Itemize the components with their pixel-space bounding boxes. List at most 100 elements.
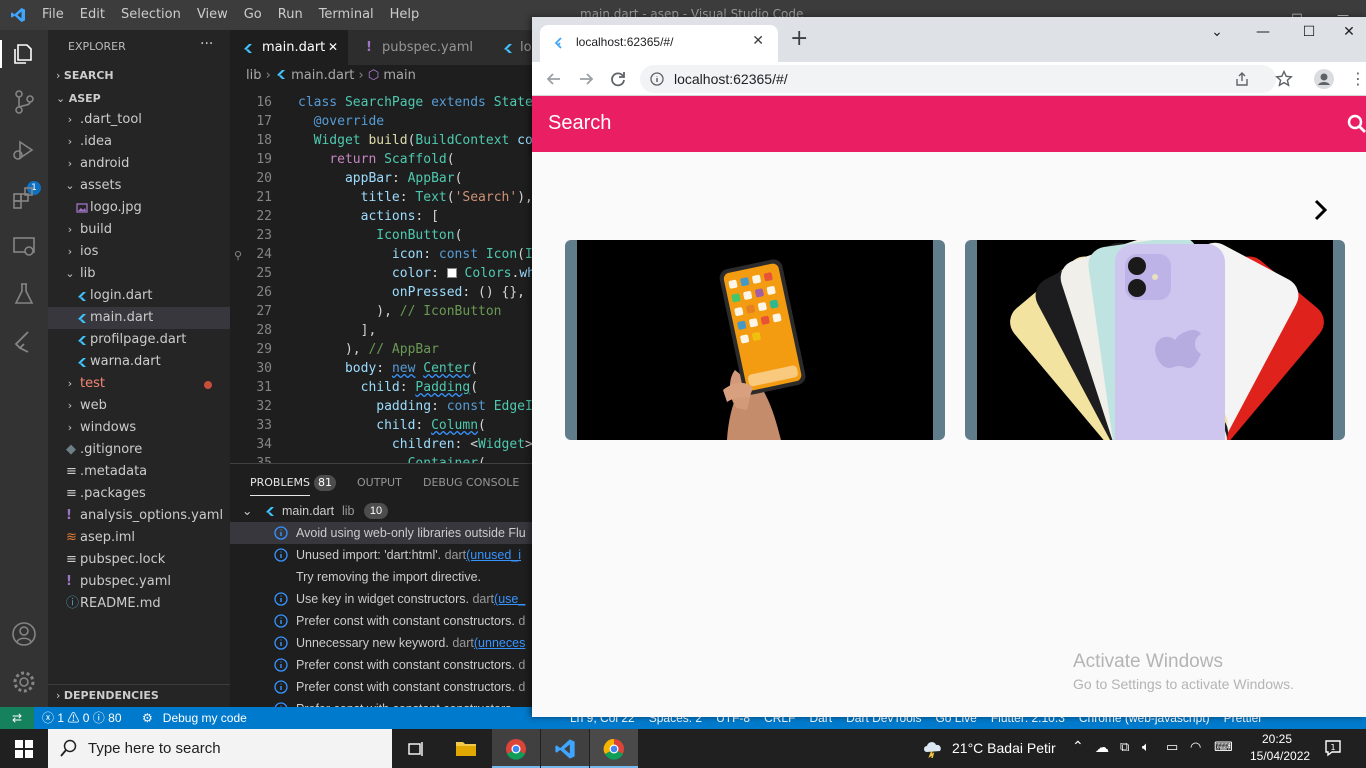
source-control-icon[interactable] bbox=[10, 88, 38, 116]
file-readme-md[interactable]: ⓘ README.md bbox=[48, 593, 230, 615]
debug-status[interactable]: ⚙ Debug my code bbox=[142, 707, 247, 729]
flutter-icon[interactable] bbox=[10, 328, 38, 356]
reload-icon[interactable] bbox=[608, 69, 628, 89]
new-tab-button[interactable]: + bbox=[790, 28, 808, 50]
close-icon[interactable]: ✕ bbox=[328, 30, 338, 65]
file-asep-iml[interactable]: ≋ asep.iml bbox=[48, 527, 230, 549]
menu-item-file[interactable]: File bbox=[34, 0, 72, 30]
breadcrumb-folder[interactable]: lib bbox=[230, 68, 261, 83]
code-editor[interactable]: 16 class SearchPage extends StateI 17 @ove… bbox=[230, 87, 532, 463]
file-explorer-button[interactable] bbox=[442, 729, 490, 768]
folder-build[interactable]: › build bbox=[48, 219, 230, 241]
keyboard-icon[interactable]: ⌨ bbox=[1214, 739, 1233, 755]
address-bar[interactable]: localhost:62365/#/ bbox=[640, 65, 1276, 93]
notification-icon[interactable]: 1 bbox=[1324, 739, 1342, 757]
onedrive-icon[interactable]: ☁ bbox=[1095, 739, 1109, 756]
folder-windows[interactable]: › windows bbox=[48, 417, 230, 439]
profile-avatar-icon[interactable] bbox=[1314, 69, 1334, 89]
info-icon[interactable] bbox=[650, 72, 664, 86]
problem-rule-link[interactable]: (unused_i bbox=[466, 548, 521, 562]
weather-storm-icon[interactable] bbox=[922, 738, 944, 758]
file-packages[interactable]: ≡ .packages bbox=[48, 483, 230, 505]
problem-item[interactable]: Prefer const with constant constructors.… bbox=[230, 654, 532, 676]
menu-item-run[interactable]: Run bbox=[270, 0, 311, 30]
search-icon[interactable] bbox=[1346, 113, 1366, 135]
more-actions-icon[interactable]: ··· bbox=[200, 36, 213, 52]
tab-search-button[interactable]: ⌄ bbox=[1194, 17, 1240, 47]
file-profilpage-dart[interactable]: profilpage.dart bbox=[48, 329, 230, 351]
chrome-app-button-1[interactable] bbox=[492, 729, 540, 768]
problem-item[interactable]: Try removing the import directive. bbox=[230, 566, 532, 588]
forward-icon[interactable] bbox=[576, 69, 596, 89]
bookmark-star-icon[interactable] bbox=[1274, 69, 1294, 89]
clock-date[interactable]: 15/04/2022 bbox=[1250, 749, 1310, 763]
vscode-app-button[interactable] bbox=[541, 729, 589, 768]
back-icon[interactable] bbox=[544, 69, 564, 89]
menu-item-help[interactable]: Help bbox=[382, 0, 428, 30]
meet-now-icon[interactable]: ⧉ bbox=[1120, 739, 1129, 755]
chevron-right-icon[interactable] bbox=[1310, 198, 1332, 222]
project-section[interactable]: ⌄ ASEP bbox=[48, 88, 230, 110]
clock-time[interactable]: 20:25 bbox=[1262, 732, 1292, 746]
file-pubspec-lock[interactable]: ≡ pubspec.lock bbox=[48, 549, 230, 571]
menu-item-terminal[interactable]: Terminal bbox=[311, 0, 382, 30]
problem-rule-link[interactable]: (use_ bbox=[494, 592, 525, 606]
taskbar-search-box[interactable]: Type here to search bbox=[48, 729, 392, 768]
remote-explorer-icon[interactable] bbox=[10, 232, 38, 260]
task-view-button[interactable] bbox=[392, 729, 440, 768]
menu-item-edit[interactable]: Edit bbox=[72, 0, 113, 30]
problem-item[interactable]: Avoid using web-only libraries outside F… bbox=[230, 522, 532, 544]
file-pubspec-yaml[interactable]: ! pubspec.yaml bbox=[48, 571, 230, 593]
run-debug-icon[interactable] bbox=[10, 136, 38, 164]
tab-main-dart[interactable]: main.dart ✕ bbox=[230, 30, 348, 65]
tab-pubspec-yaml[interactable]: ! pubspec.yaml bbox=[348, 30, 490, 65]
close-tab-icon[interactable]: ✕ bbox=[752, 33, 764, 49]
chevron-up-icon[interactable]: ⌃ bbox=[1072, 738, 1084, 755]
explorer-icon[interactable] bbox=[10, 40, 38, 68]
tab-output[interactable]: OUTPUT bbox=[357, 476, 402, 489]
breadcrumb-file[interactable]: main.dart bbox=[291, 68, 354, 83]
problem-group[interactable]: ⌄ main.dart lib 10 bbox=[230, 500, 532, 522]
account-icon[interactable] bbox=[10, 620, 38, 648]
folder-web[interactable]: › web bbox=[48, 395, 230, 417]
battery-icon[interactable]: ▭ bbox=[1166, 739, 1178, 755]
remote-icon[interactable]: ⇄ bbox=[0, 707, 34, 729]
folder-ios[interactable]: › ios bbox=[48, 241, 230, 263]
browser-tab[interactable]: localhost:62365/#/ ✕ bbox=[540, 25, 778, 62]
dependencies-section[interactable]: › DEPENDENCIES bbox=[48, 684, 230, 706]
share-icon[interactable] bbox=[1234, 71, 1250, 87]
search-section[interactable]: › SEARCH bbox=[48, 65, 230, 87]
close-window-button[interactable]: ✕ bbox=[1326, 17, 1366, 47]
file-gitignore[interactable]: ◆ .gitignore bbox=[48, 439, 230, 461]
menu-dots-icon[interactable]: ⋮ bbox=[1350, 69, 1366, 89]
minimize-button[interactable]: — bbox=[1240, 17, 1286, 47]
menu-item-view[interactable]: View bbox=[189, 0, 236, 30]
extensions-icon[interactable] bbox=[10, 184, 38, 212]
file-login-dart[interactable]: login.dart bbox=[48, 285, 230, 307]
tab-debug-console[interactable]: DEBUG CONSOLE bbox=[423, 476, 519, 489]
weather-text[interactable]: 21°C Badai Petir bbox=[952, 740, 1056, 756]
folder-lib[interactable]: ⌄ lib bbox=[48, 263, 230, 285]
problem-item[interactable]: Unnecessary new keyword. dart(unneces bbox=[230, 632, 532, 654]
file-metadata[interactable]: ≡ .metadata bbox=[48, 461, 230, 483]
wifi-icon[interactable]: ◠ bbox=[1190, 739, 1201, 755]
problem-item[interactable]: Unused import: 'dart:html'. dart(unused_… bbox=[230, 544, 532, 566]
folder-android[interactable]: › android bbox=[48, 153, 230, 175]
breadcrumb-symbol[interactable]: main bbox=[383, 68, 415, 83]
file-warna-dart[interactable]: warna.dart bbox=[48, 351, 230, 373]
menu-item-selection[interactable]: Selection bbox=[113, 0, 189, 30]
problem-item[interactable]: Prefer const with constant constructors.… bbox=[230, 676, 532, 698]
image-card-1[interactable] bbox=[565, 240, 945, 440]
volume-icon[interactable]: 🔈︎ bbox=[1142, 739, 1150, 755]
problem-item[interactable]: Prefer const with constant constructors. bbox=[230, 698, 532, 707]
problem-item[interactable]: Prefer const with constant constructors.… bbox=[230, 610, 532, 632]
tab-problems[interactable]: PROBLEMS bbox=[250, 476, 311, 496]
file-main-dart[interactable]: main.dart bbox=[48, 307, 230, 329]
tab-login-dart[interactable]: lo bbox=[490, 30, 532, 65]
image-card-2[interactable] bbox=[965, 240, 1345, 440]
testing-icon[interactable] bbox=[10, 280, 38, 308]
chrome-app-button-2[interactable] bbox=[590, 729, 638, 768]
problem-rule-link[interactable]: (unneces bbox=[474, 636, 525, 650]
file-logo-jpg[interactable]: logo.jpg bbox=[48, 197, 230, 219]
folder-assets[interactable]: ⌄ assets bbox=[48, 175, 230, 197]
